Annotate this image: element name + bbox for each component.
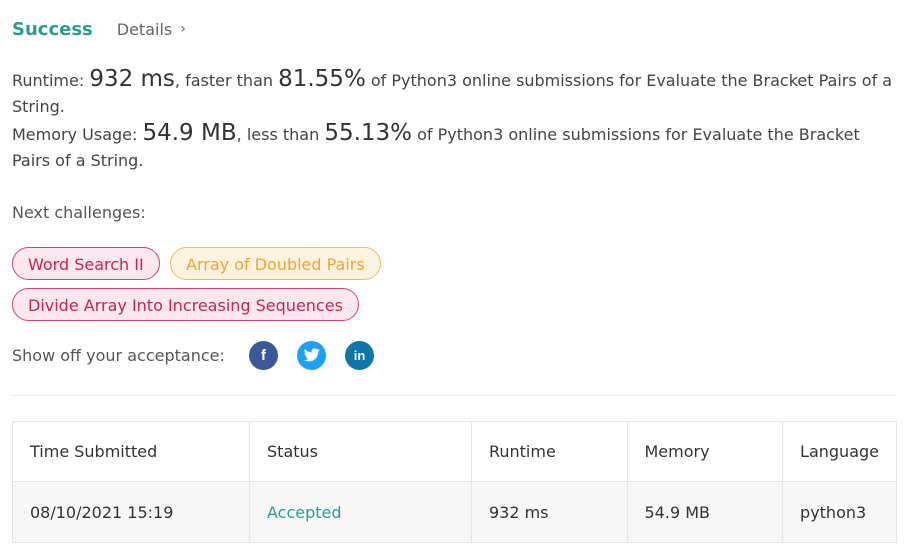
success-status: Success	[12, 18, 93, 40]
table-row: 08/10/2021 15:19 Accepted 932 ms 54.9 MB…	[11, 481, 897, 543]
cell-language: python3	[782, 481, 897, 543]
accepted-status-link[interactable]: Accepted	[267, 503, 342, 522]
challenge-tag-word-search-ii[interactable]: Word Search II	[12, 247, 160, 280]
details-link[interactable]: Details ›	[117, 20, 186, 39]
cell-status: Accepted	[249, 481, 472, 543]
section-divider	[12, 395, 897, 396]
next-challenges-label: Next challenges:	[12, 203, 146, 222]
column-header-memory[interactable]: Memory	[626, 421, 784, 482]
runtime-label: Runtime:	[12, 71, 90, 90]
column-header-time-submitted[interactable]: Time Submitted	[11, 421, 251, 482]
chevron-right-icon: ›	[180, 21, 186, 37]
twitter-bird-glyph	[303, 348, 320, 362]
memory-mid-text: , less than	[236, 125, 325, 144]
table-header-row: Time Submitted Status Runtime Memory Lan…	[11, 421, 897, 482]
runtime-summary: Runtime: 932 ms, faster than 81.55% of P…	[12, 66, 897, 120]
share-row: Show off your acceptance: f in	[12, 340, 374, 370]
cell-time-submitted: 08/10/2021 15:19	[11, 481, 251, 543]
twitter-icon[interactable]	[297, 340, 326, 370]
memory-label: Memory Usage:	[12, 125, 143, 144]
details-label: Details	[116, 19, 173, 39]
submission-result-page: Success Details › Runtime: 932 ms, faste…	[0, 0, 907, 554]
cell-memory: 54.9 MB	[626, 481, 784, 543]
runtime-mid-text: , faster than	[174, 71, 279, 90]
runtime-percent: 81.55%	[278, 66, 366, 92]
share-label: Show off your acceptance:	[12, 345, 225, 365]
memory-value: 54.9 MB	[142, 120, 237, 146]
column-header-status[interactable]: Status	[249, 421, 472, 482]
submissions-table: Time Submitted Status Runtime Memory Lan…	[11, 421, 897, 543]
result-header: Success Details ›	[12, 16, 186, 42]
cell-runtime: 932 ms	[470, 481, 628, 543]
challenge-tag-array-of-doubled-pairs[interactable]: Array of Doubled Pairs	[170, 247, 381, 280]
memory-summary: Memory Usage: 54.9 MB, less than 55.13% …	[12, 120, 897, 174]
runtime-value: 932 ms	[89, 66, 175, 92]
column-header-language[interactable]: Language	[782, 421, 897, 482]
column-header-runtime[interactable]: Runtime	[470, 421, 628, 482]
facebook-icon[interactable]: f	[249, 340, 278, 370]
challenge-tag-divide-array[interactable]: Divide Array Into Increasing Sequences	[12, 288, 359, 321]
memory-percent: 55.13%	[324, 120, 413, 146]
linkedin-icon[interactable]: in	[345, 340, 374, 370]
